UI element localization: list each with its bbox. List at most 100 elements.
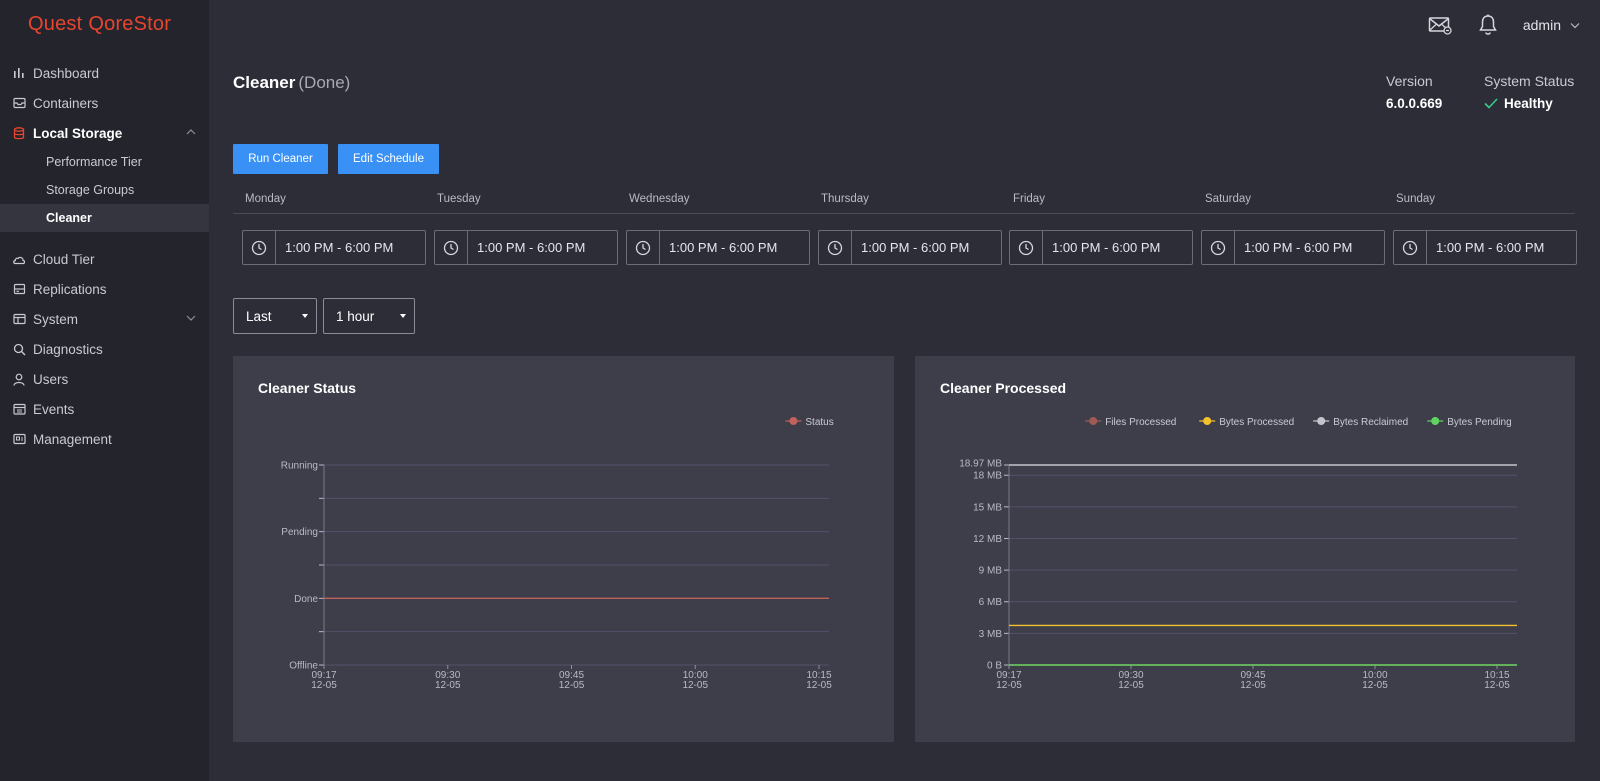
check-icon	[1484, 98, 1498, 109]
sidebar-item-cloud-tier[interactable]: Cloud Tier	[0, 244, 209, 274]
system-status-block: System Status Healthy	[1484, 73, 1574, 111]
schedule-slot-friday[interactable]: 1:00 PM - 6:00 PM	[1009, 230, 1193, 265]
run-cleaner-button[interactable]: Run Cleaner	[233, 144, 328, 174]
range-mode-value: Last	[246, 308, 272, 324]
y-tick-label: 15 MB	[973, 502, 1002, 513]
schedule-slot-monday[interactable]: 1:00 PM - 6:00 PM	[242, 230, 426, 265]
legend-label: Bytes Processed	[1219, 417, 1294, 428]
sidebar-item-containers[interactable]: Containers	[0, 88, 209, 118]
clock-icon	[435, 231, 468, 264]
version-value: 6.0.0.669	[1386, 96, 1443, 111]
day-label-sunday: Sunday	[1396, 193, 1436, 205]
x-tick-label: 12-05	[682, 680, 708, 691]
x-tick-label: 12-05	[435, 680, 461, 691]
chevron-up-icon	[186, 129, 196, 135]
schedule-slot-tuesday[interactable]: 1:00 PM - 6:00 PM	[434, 230, 618, 265]
day-label-thursday: Thursday	[821, 193, 869, 205]
search-icon	[12, 342, 26, 356]
sidebar-item-diagnostics[interactable]: Diagnostics	[0, 334, 209, 364]
sidebar-item-management[interactable]: Management	[0, 424, 209, 454]
clock-icon	[1202, 231, 1235, 264]
user-icon	[12, 372, 26, 386]
day-label-monday: Monday	[245, 193, 286, 205]
sidebar-item-label: Diagnostics	[33, 341, 103, 357]
management-icon	[12, 432, 26, 446]
clock-icon	[627, 231, 660, 264]
range-value-select[interactable]: 1 hour	[323, 298, 415, 334]
x-tick-label: 12-05	[1118, 680, 1144, 691]
y-tick-label: Pending	[281, 527, 318, 538]
clock-icon	[819, 231, 852, 264]
y-tick-label: Done	[294, 594, 318, 605]
sidebar-item-label: Events	[33, 401, 75, 417]
version-block: Version 6.0.0.669	[1386, 73, 1442, 111]
range-mode-select[interactable]: Last	[233, 298, 317, 334]
sidebar-item-label: Dashboard	[33, 65, 100, 81]
schedule-time: 1:00 PM - 6:00 PM	[1436, 240, 1545, 255]
y-tick-label: 18 MB	[973, 471, 1002, 482]
sidebar-item-cleaner[interactable]: Cleaner	[0, 204, 209, 232]
y-tick-label: 9 MB	[979, 566, 1003, 577]
sidebar: Quest QoreStor Dashboard Containers Local…	[0, 0, 209, 781]
sidebar-item-label: Containers	[33, 95, 99, 111]
version-label: Version	[1386, 73, 1433, 89]
sidebar-item-label: Users	[33, 371, 69, 387]
logo-word-quest: Quest	[28, 13, 83, 35]
sidebar-item-events[interactable]: Events	[0, 394, 209, 424]
x-tick-label: 12-05	[996, 680, 1022, 691]
bell-icon[interactable]	[1475, 12, 1501, 38]
chevron-down-icon	[186, 315, 196, 321]
sidebar-item-storage-groups[interactable]: Storage Groups	[0, 176, 209, 204]
system-status-value: Healthy	[1484, 96, 1574, 111]
y-tick-label: 12 MB	[973, 534, 1002, 545]
x-tick-label: 12-05	[1362, 680, 1388, 691]
cleaner-status-chart: OfflineDonePendingRunning09:1712-0509:30…	[281, 417, 834, 691]
mail-icon[interactable]	[1427, 12, 1453, 38]
x-tick-label: 12-05	[1240, 680, 1266, 691]
day-label-friday: Friday	[1013, 193, 1045, 205]
sidebar-item-label: Replications	[33, 281, 107, 297]
caret-down-icon	[302, 314, 308, 318]
clock-icon	[243, 231, 276, 264]
system-status-text: Healthy	[1504, 96, 1553, 111]
schedule-slot-wednesday[interactable]: 1:00 PM - 6:00 PM	[626, 230, 810, 265]
legend-marker	[1203, 417, 1212, 425]
sidebar-item-performance-tier[interactable]: Performance Tier	[0, 148, 209, 176]
schedule-time: 1:00 PM - 6:00 PM	[1052, 240, 1161, 255]
quest-qorestor-logo[interactable]: Quest QoreStor	[28, 13, 171, 36]
schedule-slot-saturday[interactable]: 1:00 PM - 6:00 PM	[1201, 230, 1385, 265]
legend-marker	[1317, 417, 1326, 425]
schedule-slot-thursday[interactable]: 1:00 PM - 6:00 PM	[818, 230, 1002, 265]
sidebar-item-dashboard[interactable]: Dashboard	[0, 58, 209, 88]
sidebar-item-users[interactable]: Users	[0, 364, 209, 394]
legend-label: Bytes Reclaimed	[1333, 417, 1408, 428]
clock-icon	[1394, 231, 1427, 264]
day-label-saturday: Saturday	[1205, 193, 1252, 205]
edit-schedule-button[interactable]: Edit Schedule	[338, 144, 439, 174]
user-menu[interactable]: admin	[1523, 17, 1580, 33]
legend-marker	[1089, 417, 1098, 425]
page-title: Cleaner (Done)	[233, 73, 350, 93]
sidebar-item-replications[interactable]: Replications	[0, 274, 209, 304]
page-title-text: Cleaner	[233, 73, 296, 92]
sidebar-item-label: Management	[33, 431, 112, 447]
system-status-label: System Status	[1484, 73, 1575, 89]
schedule-day-header: Monday Tuesday Wednesday Thursday Friday…	[233, 188, 1575, 214]
schedule-slot-sunday[interactable]: 1:00 PM - 6:00 PM	[1393, 230, 1577, 265]
y-tick-label: 18.97 MB	[959, 459, 1002, 470]
caret-down-icon	[400, 314, 406, 318]
y-tick-label: Running	[281, 461, 318, 472]
calendar-icon	[12, 402, 26, 416]
schedule-time: 1:00 PM - 6:00 PM	[669, 240, 778, 255]
cleaner-status-panel: Cleaner Status Offline Done Pending Running…	[233, 356, 894, 742]
cleaner-processed-chart: 0 B3 MB6 MB9 MB12 MB15 MB18 MB18.97 MB09…	[959, 417, 1517, 691]
legend-label: Bytes Pending	[1447, 417, 1512, 428]
cloud-icon	[12, 252, 26, 266]
bar-chart-icon	[12, 66, 26, 80]
sidebar-item-local-storage[interactable]: Local Storage	[0, 118, 209, 148]
sidebar-nav: Dashboard Containers Local Storage Perfo…	[0, 58, 209, 454]
logo-word-qorestor: QoreStor	[88, 13, 172, 35]
x-tick-label: 12-05	[1484, 680, 1510, 691]
legend-marker	[789, 417, 798, 425]
sidebar-item-system[interactable]: System	[0, 304, 209, 334]
